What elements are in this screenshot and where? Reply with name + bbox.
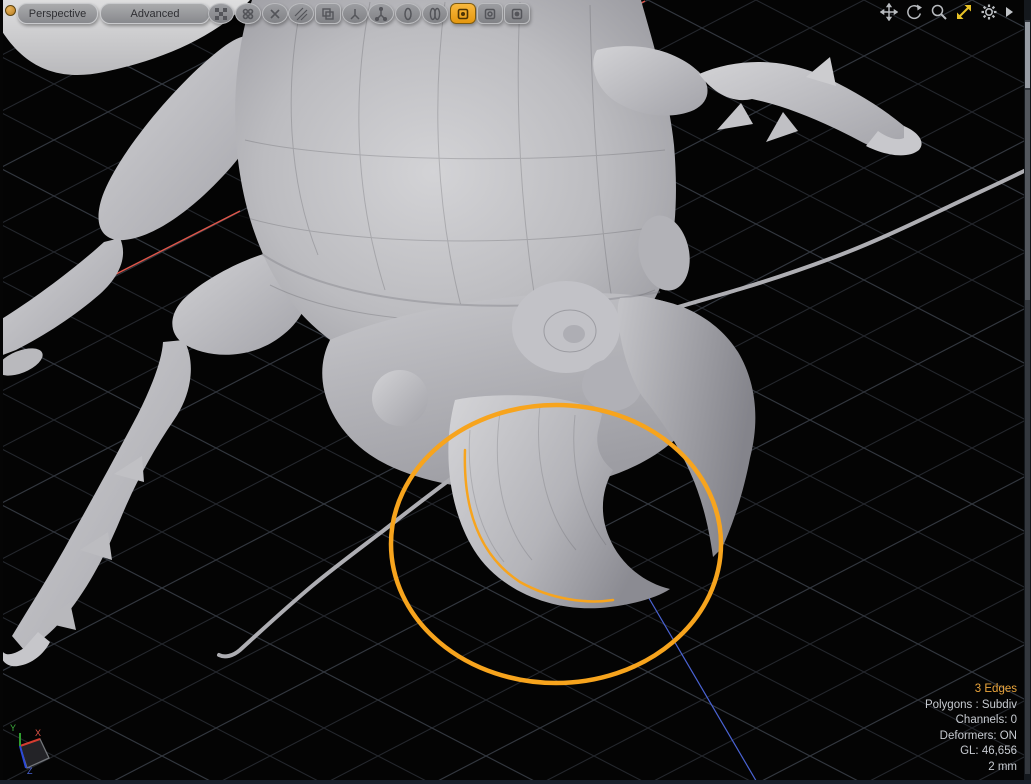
maximize-icon[interactable]: [955, 3, 973, 21]
axis-gizmo[interactable]: Y X Z: [6, 712, 70, 782]
x-axis-label: X: [35, 728, 41, 738]
gl-polygon-count: GL: 46,656: [925, 744, 1017, 760]
tripod-axis-icon[interactable]: [342, 3, 368, 24]
left-window-border: [0, 0, 3, 784]
ghost-x-icon[interactable]: [262, 3, 288, 24]
action-center-icon[interactable]: [477, 3, 503, 24]
pan-icon[interactable]: [880, 3, 898, 21]
double-loop-icon[interactable]: [422, 3, 448, 24]
checker-shade-icon[interactable]: [208, 3, 234, 24]
selection-count: 3 Edges: [925, 682, 1017, 698]
zoom-icon[interactable]: [930, 3, 948, 21]
wireframe-overlay-icon[interactable]: [315, 3, 341, 24]
orbit-icon[interactable]: [905, 3, 923, 21]
shading-mode-dropdown[interactable]: Advanced: [100, 3, 210, 24]
right-panel-border: [1024, 0, 1031, 780]
viewport-status-readout: 3 Edges Polygons : Subdiv Channels: 0 De…: [925, 682, 1017, 775]
action-center-active-icon[interactable]: [450, 3, 476, 24]
head-tubercle: [512, 281, 620, 373]
bottom-window-border: [0, 780, 1031, 784]
viewport-thumb-widget[interactable]: [5, 5, 16, 16]
viewport-3d[interactable]: [0, 0, 1031, 784]
tripod-vertex-icon[interactable]: [368, 3, 394, 24]
expand-arrow-icon[interactable]: [1005, 3, 1015, 21]
viewport-nav-controls: [880, 3, 1015, 21]
y-axis-label: Y: [10, 723, 16, 733]
z-axis-label: Z: [27, 766, 33, 776]
action-center-filled-icon[interactable]: [504, 3, 530, 24]
single-loop-icon[interactable]: [395, 3, 421, 24]
deformers-state: Deformers: ON: [925, 729, 1017, 745]
vertex-dots-icon[interactable]: [235, 3, 261, 24]
scrollbar-segment: [1025, 90, 1030, 300]
polygon-type: Polygons : Subdiv: [925, 698, 1017, 714]
hatch-lines-icon[interactable]: [288, 3, 314, 24]
shading-mode-label: Advanced: [131, 8, 180, 20]
modeling-viewport-window: Perspective Advanced: [0, 0, 1031, 784]
head-tubercle-center: [563, 325, 585, 343]
view-mode-label: Perspective: [29, 8, 86, 20]
channels-count: Channels: 0: [925, 713, 1017, 729]
scrollbar-thumb[interactable]: [1025, 22, 1030, 88]
gear-icon[interactable]: [980, 3, 998, 21]
view-mode-dropdown[interactable]: Perspective: [17, 3, 98, 24]
left-mandible-joint: [372, 370, 428, 426]
grid-size: 2 mm: [925, 760, 1017, 776]
